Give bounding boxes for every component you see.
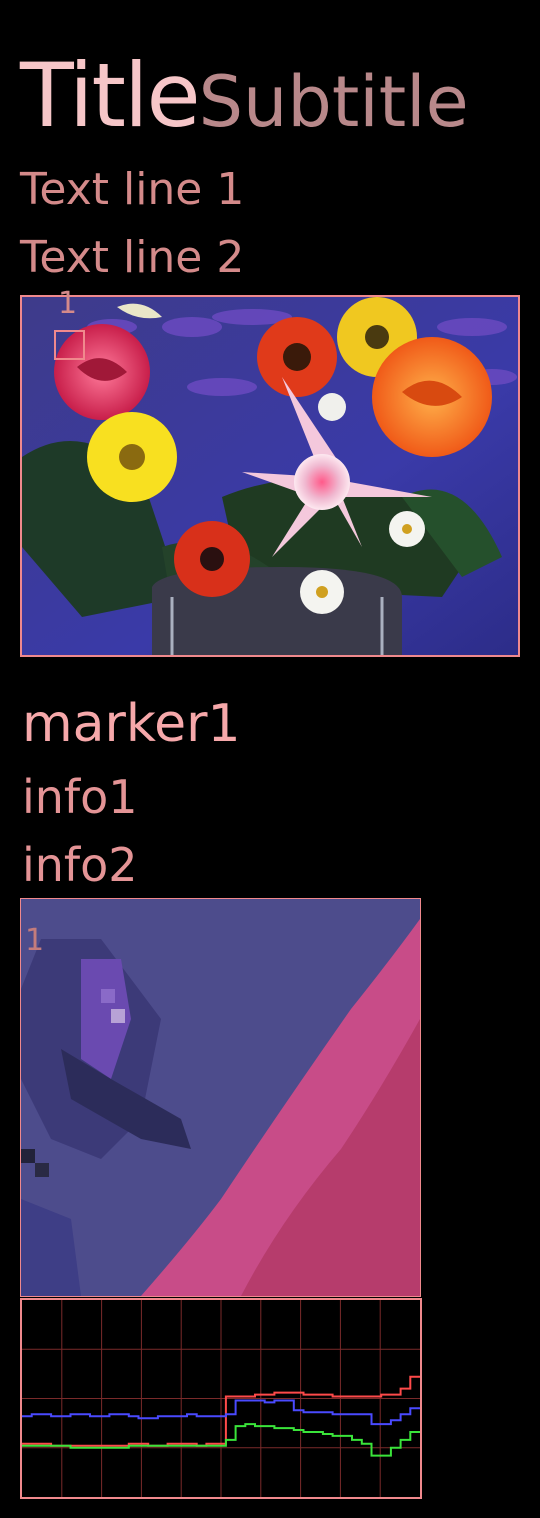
text-line-2: Text line 2 <box>20 232 245 283</box>
info-line-2: info2 <box>22 838 138 892</box>
zoom-canvas <box>21 899 420 1296</box>
profile-chart <box>20 1298 422 1499</box>
page-title: Title <box>20 44 201 147</box>
marker-label: marker1 <box>22 694 241 754</box>
marker-box[interactable] <box>54 330 85 360</box>
photo-canvas <box>22 297 518 655</box>
flower-photo[interactable] <box>20 295 520 657</box>
info-line-1: info1 <box>22 770 138 824</box>
header: TitleSubtitle <box>20 52 469 140</box>
text-line-1: Text line 1 <box>20 164 245 215</box>
zoom-number: 1 <box>25 923 45 958</box>
page-subtitle: Subtitle <box>198 61 469 143</box>
zoom-view[interactable] <box>20 898 421 1297</box>
marker-number: 1 <box>58 286 78 321</box>
chart-canvas <box>22 1300 420 1497</box>
